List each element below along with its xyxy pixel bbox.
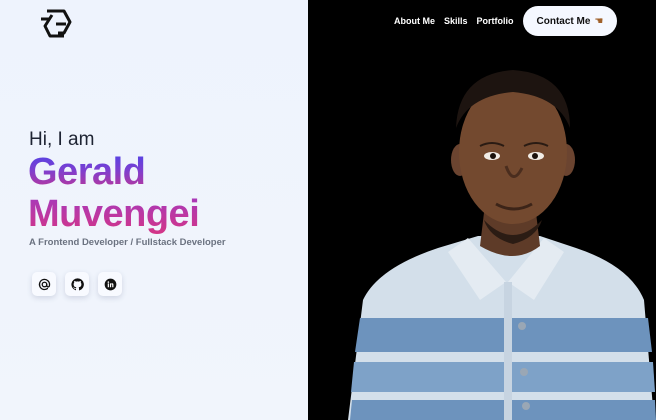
hero-name: Gerald Muvengei (28, 151, 200, 235)
hero-greeting: Hi, I am (29, 129, 95, 150)
hero-subtitle: A Frontend Developer / Fullstack Develop… (29, 237, 226, 248)
profile-photo (348, 70, 656, 420)
hero-photo-panel (308, 0, 656, 420)
hero-first-name: Gerald (28, 151, 199, 193)
portfolio-page: About Me Skills Portfolio Contact Me ☚ H… (0, 0, 656, 420)
linkedin-link[interactable] (98, 272, 122, 296)
github-link[interactable] (65, 272, 89, 296)
contact-me-label: Contact Me (536, 15, 591, 27)
nav-link-about-me[interactable]: About Me (394, 16, 435, 26)
contact-me-button[interactable]: Contact Me ☚ (522, 6, 618, 36)
linkedin-icon (104, 278, 116, 290)
email-at-icon (38, 278, 50, 290)
social-links (32, 272, 131, 296)
github-icon (70, 277, 84, 290)
top-navigation: About Me Skills Portfolio Contact Me ☚ (394, 6, 618, 36)
email-link[interactable] (32, 272, 56, 296)
hero-last-name: Muvengei (28, 193, 200, 235)
gc-monogram-logo[interactable] (38, 9, 72, 39)
nav-link-portfolio[interactable]: Portfolio (477, 16, 514, 26)
pointing-hand-icon: ☚ (594, 15, 604, 27)
nav-link-skills[interactable]: Skills (444, 16, 468, 26)
